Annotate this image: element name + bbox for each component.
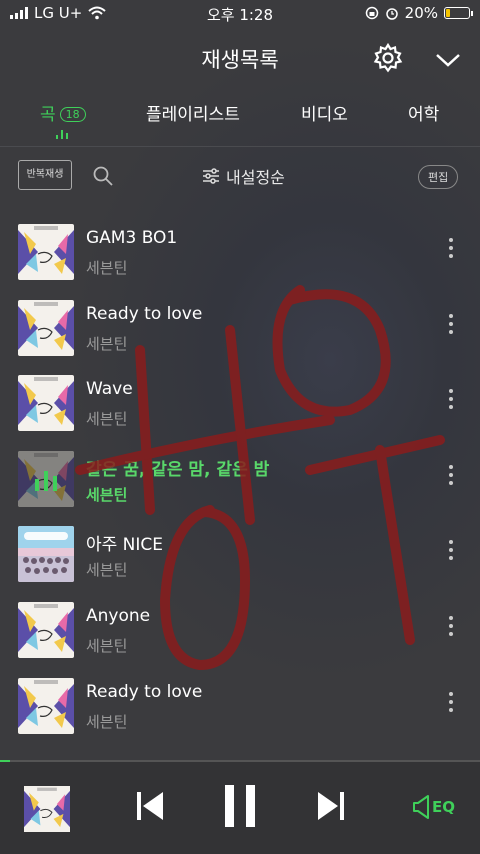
song-artist: 세븐틴 (86, 637, 128, 655)
song-artist: 세븐틴 (86, 410, 128, 429)
song-title: Ready to love (86, 681, 203, 702)
song-row[interactable]: 같은 꿈, 같은 맘, 같은 밤세븐틴 (0, 439, 480, 515)
more-options-icon[interactable] (446, 540, 456, 568)
song-title: Wave (86, 379, 133, 400)
song-title: Anyone (86, 606, 151, 626)
tab-language[interactable]: 어학 (408, 100, 439, 125)
album-art (18, 299, 74, 356)
eq-button[interactable]: EQ (412, 794, 455, 820)
page-title: 재생목록 (201, 48, 279, 72)
album-art-your-choice (18, 375, 74, 432)
gear-icon[interactable] (372, 42, 404, 74)
now-playing-icon (35, 470, 57, 491)
album-art-your-choice (18, 677, 74, 734)
speaker-icon (413, 795, 429, 819)
song-artist: 세븐틴 (86, 712, 128, 731)
more-options-icon[interactable] (446, 389, 456, 417)
album-art (18, 450, 74, 507)
more-options-icon[interactable] (446, 238, 456, 266)
tab-playlist[interactable]: 플레이리스트 (146, 100, 240, 125)
tab-songs-label: 곡 (40, 105, 56, 125)
list-toolbar: 반복재생 내설정순 편집 (0, 158, 480, 196)
battery-icon (444, 7, 473, 19)
playback-progress[interactable] (0, 760, 480, 762)
sort-icon (203, 168, 219, 184)
song-count-badge: 18 (59, 107, 86, 122)
now-playing-icon (56, 130, 68, 139)
pause-icon[interactable] (222, 782, 258, 830)
status-bar: LG U+ 오후 1:28 20% (0, 0, 480, 28)
song-artist: 세븐틴 (86, 561, 128, 580)
song-row[interactable]: Wave 세븐틴 (0, 363, 480, 439)
album-art-your-choice (18, 602, 74, 658)
header: 재생목록 (0, 40, 480, 76)
mini-player: EQ (0, 760, 480, 854)
tab-video[interactable]: 비디오 (301, 100, 348, 125)
more-options-icon[interactable] (446, 313, 456, 342)
song-row[interactable]: Anyone 세븐틴 (0, 590, 480, 666)
eq-label: EQ (432, 798, 455, 816)
battery-percent: 20% (404, 4, 438, 22)
tab-songs[interactable]: 곡 18 (40, 100, 86, 139)
sort-button[interactable]: 내설정순 (202, 164, 285, 188)
alarm-icon (385, 8, 398, 20)
album-art (18, 526, 74, 583)
divider (0, 146, 480, 147)
song-row[interactable]: Ready to love 세븐틴 (0, 666, 480, 742)
song-title: GAM3 BO1 (86, 228, 178, 248)
album-art-seventeen (18, 526, 74, 583)
sort-label: 내설정순 (226, 168, 285, 187)
album-art-your-choice (18, 224, 74, 280)
song-title: 아주 NICE (86, 535, 164, 556)
album-art (18, 375, 74, 432)
album-art-your-choice (24, 786, 70, 832)
tab-bar: 곡 18 플레이리스트 비디오 어학 (0, 96, 480, 139)
playlist-screen: LG U+ 오후 1:28 20% 재생목록 곡 18 플레이리스트 비디오 어… (0, 0, 480, 854)
status-right: 20% (365, 4, 473, 22)
song-row[interactable]: Ready to love 세븐틴 (0, 288, 480, 364)
song-row[interactable]: GAM3 BO1 세븐틴 (0, 212, 480, 288)
rotation-lock-icon (365, 6, 378, 20)
next-icon[interactable] (315, 786, 347, 826)
song-title: 같은 꿈, 같은 맘, 같은 밤 (86, 459, 270, 480)
now-playing-album-art[interactable] (24, 786, 70, 832)
song-artist: 세븐틴 (86, 259, 128, 277)
search-icon[interactable] (92, 165, 114, 187)
album-art-your-choice (18, 299, 74, 356)
previous-icon[interactable] (134, 786, 166, 826)
edit-button[interactable]: 편집 (418, 165, 459, 189)
song-row[interactable]: 아주 NICE 세븐틴 (0, 514, 480, 590)
song-title: Ready to love (86, 303, 203, 324)
song-artist: 세븐틴 (86, 485, 128, 504)
more-options-icon[interactable] (446, 616, 456, 644)
song-artist: 세븐틴 (86, 334, 128, 353)
album-art (18, 677, 74, 734)
chevron-down-icon[interactable] (434, 46, 462, 74)
repeat-button[interactable]: 반복재생 (18, 160, 72, 190)
more-options-icon[interactable] (446, 464, 456, 493)
album-art (18, 602, 74, 658)
more-options-icon[interactable] (446, 691, 456, 720)
album-art (18, 224, 74, 280)
